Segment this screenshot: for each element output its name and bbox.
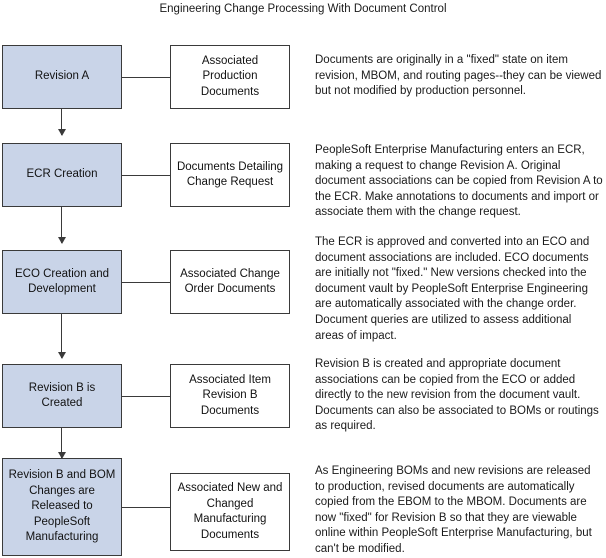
process-box-label: Revision A: [34, 70, 90, 83]
connector-line-4: [122, 396, 170, 397]
description-text-5: As Engineering BOMs and new revisions ar…: [315, 465, 592, 555]
process-box-revision-a: Revision A: [2, 45, 122, 109]
document-box-label: Associated Item Revision B Documents: [189, 373, 271, 417]
process-box-eco-creation-and-development: ECO Creation and Development: [2, 250, 122, 314]
document-box-associated-item-revision-b-documents: Associated Item Revision B Documents: [170, 364, 290, 428]
description-text-3: The ECR is approved and converted into a…: [315, 236, 590, 342]
page-title: Engineering Change Processing With Docum…: [159, 3, 447, 15]
process-box-label: Revision B is Created: [28, 381, 96, 410]
flow-arrow-1: [57, 109, 66, 136]
document-box-associated-change-order-documents: Associated Change Order Documents: [170, 250, 290, 314]
process-box-label: Revision B and BOM Changes are Released …: [8, 469, 116, 544]
document-box-label: Associated Production Documents: [200, 54, 260, 98]
connector-line-5: [122, 507, 170, 508]
flow-arrow-3: [57, 314, 66, 359]
process-box-revision-b-and-bom-changes-released: Revision B and BOM Changes are Released …: [2, 458, 122, 556]
document-box-associated-new-and-changed-manufacturing-documents: Associated New and Changed Manufacturing…: [170, 473, 290, 551]
document-box-label: Documents Detailing Change Request: [176, 160, 284, 189]
process-box-label: ECR Creation: [26, 168, 98, 181]
document-box-documents-detailing-change-request: Documents Detailing Change Request: [170, 143, 290, 207]
connector-line-2: [122, 175, 170, 176]
process-box-revision-b-is-created: Revision B is Created: [2, 364, 122, 428]
connector-line-3: [122, 282, 170, 283]
description-text-2: PeopleSoft Enterprise Manufacturing ente…: [315, 144, 603, 219]
description-text-4: Revision B is created and appropriate do…: [315, 358, 599, 433]
flow-arrow-4: [57, 428, 66, 459]
connector-line-1: [122, 77, 170, 78]
document-box-associated-production-documents: Associated Production Documents: [170, 45, 290, 109]
flow-arrow-2: [57, 207, 66, 244]
document-box-label: Associated New and Changed Manufacturing…: [177, 482, 283, 541]
process-box-ecr-creation: ECR Creation: [2, 143, 122, 207]
description-text-1: Documents are originally in a "fixed" st…: [315, 54, 602, 98]
document-box-label: Associated Change Order Documents: [180, 267, 280, 296]
process-box-label: ECO Creation and Development: [15, 267, 109, 296]
